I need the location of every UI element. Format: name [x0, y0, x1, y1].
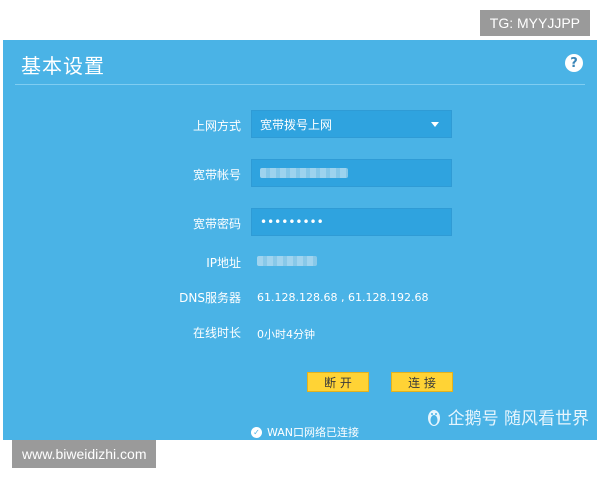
- penguin-icon: [427, 409, 440, 426]
- access-mode-select[interactable]: 宽带拨号上网: [251, 110, 452, 138]
- basic-settings-panel: 基本设置 ? 上网方式 宽带拨号上网 宽带帐号 宽带密码 ••••••••• I…: [3, 40, 597, 440]
- dns-label: DNS服务器: [179, 291, 241, 305]
- password-label: 宽带密码: [192, 217, 241, 231]
- brand-watermark-text: 企鹅号 随风看世界: [447, 409, 589, 429]
- online-time-label: 在线时长: [192, 326, 241, 340]
- check-icon: ✓: [251, 426, 262, 438]
- password-input[interactable]: •••••••••: [251, 208, 452, 236]
- dns-value: 61.128.128.68 , 61.128.192.68: [257, 291, 429, 304]
- access-mode-label: 上网方式: [192, 119, 241, 133]
- ip-redacted: [257, 256, 317, 266]
- access-mode-value: 宽带拨号上网: [260, 117, 333, 132]
- title-divider: [15, 84, 585, 85]
- wan-status-text: WAN口网络已连接: [267, 426, 360, 439]
- chevron-down-icon: [431, 122, 439, 127]
- password-value: •••••••••: [260, 215, 324, 229]
- account-label: 宽带帐号: [192, 168, 241, 182]
- ip-value: [257, 256, 317, 269]
- tg-watermark: TG: MYYJJPP: [479, 10, 590, 36]
- connect-button[interactable]: 连 接: [391, 372, 453, 392]
- brand-watermark: 企鹅号 随风看世界: [426, 404, 589, 429]
- online-time-value: 0小时4分钟: [257, 328, 315, 341]
- ip-label: IP地址: [206, 256, 241, 270]
- disconnect-button[interactable]: 断 开: [307, 372, 369, 392]
- help-icon[interactable]: ?: [565, 54, 583, 72]
- page-title: 基本设置: [21, 54, 105, 78]
- account-redacted: [260, 168, 348, 178]
- account-input[interactable]: [251, 159, 452, 187]
- url-watermark: www.biweidizhi.com: [12, 440, 157, 468]
- wan-status: ✓ WAN口网络已连接: [251, 424, 359, 440]
